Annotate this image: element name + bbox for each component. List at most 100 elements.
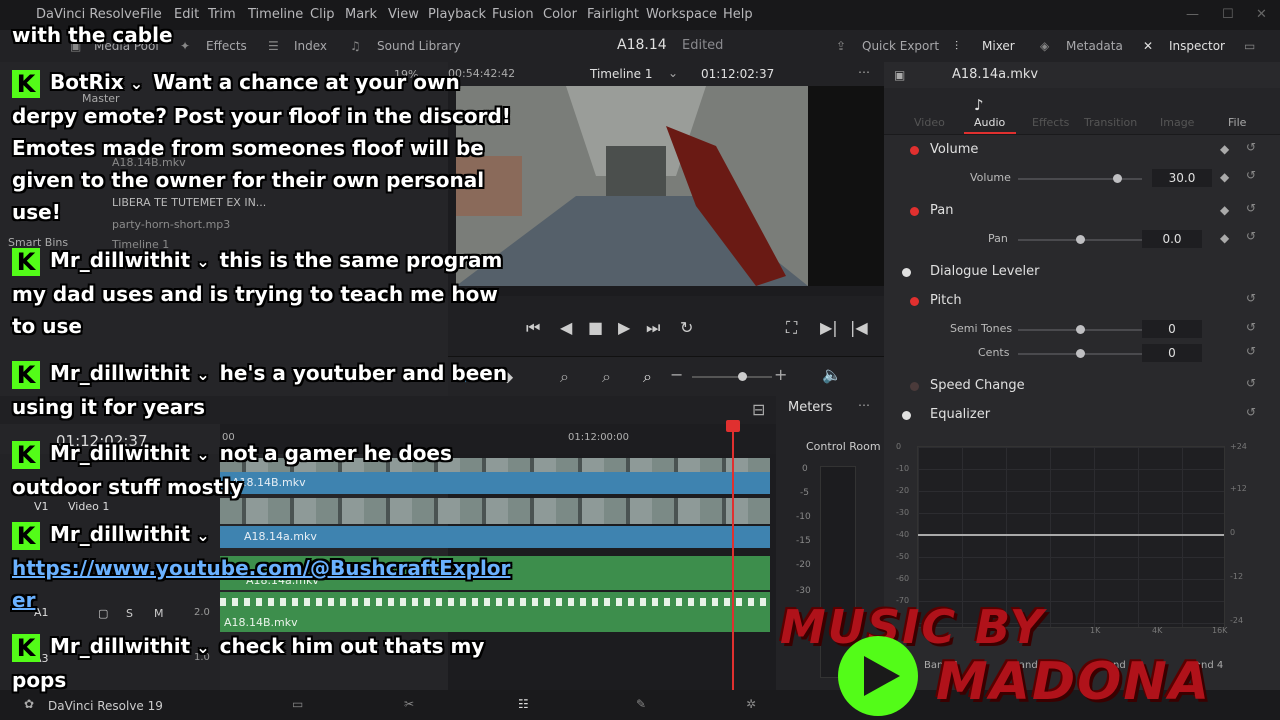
pan-toggle[interactable] bbox=[910, 207, 919, 216]
volume-value[interactable]: 30.0 bbox=[1152, 169, 1212, 187]
chat-username[interactable]: Mr_dillwithit bbox=[50, 522, 190, 546]
stop-icon[interactable]: ■ bbox=[588, 318, 603, 337]
fusion-page-icon[interactable]: ✎ bbox=[636, 697, 646, 711]
tab-image[interactable]: Image bbox=[1160, 116, 1194, 129]
tab-file[interactable]: File bbox=[1228, 116, 1246, 129]
playhead[interactable] bbox=[732, 424, 734, 690]
chat-username[interactable]: Mr_dillwithit bbox=[50, 248, 190, 272]
dialogue-leveler-toggle[interactable] bbox=[902, 268, 911, 277]
zoom-slider-knob[interactable] bbox=[738, 372, 747, 381]
timeline-name[interactable]: Timeline 1 bbox=[590, 67, 652, 81]
metadata-button[interactable]: Metadata bbox=[1066, 39, 1123, 53]
chevron-down-icon: ⌄ bbox=[196, 526, 210, 545]
viewer-timecode: 01:12:02:37 bbox=[701, 67, 775, 81]
color-page-icon[interactable]: ✲ bbox=[746, 697, 756, 711]
zoom-detail-icon[interactable]: ⌕ bbox=[602, 367, 611, 387]
project-status: Edited bbox=[682, 38, 724, 53]
zoom-in-icon[interactable]: + bbox=[774, 365, 787, 384]
inspector-icon: ✕ bbox=[1143, 39, 1154, 53]
pan-slider[interactable] bbox=[1018, 235, 1142, 244]
volume-toggle[interactable] bbox=[910, 146, 919, 155]
reset-icon[interactable]: ↺ bbox=[1246, 291, 1256, 305]
reset-icon[interactable]: ↺ bbox=[1246, 168, 1256, 182]
play-reverse-icon[interactable]: ◀ bbox=[560, 318, 572, 337]
chat-message: K Mr_dillwithit ⌄ check him out thats my po… bbox=[12, 630, 512, 696]
volume-slider[interactable] bbox=[1018, 174, 1142, 183]
workspace-icon[interactable]: ▭ bbox=[1244, 39, 1255, 53]
semitones-slider-knob[interactable] bbox=[1076, 325, 1085, 334]
meter-scale-label: 0 bbox=[802, 464, 808, 474]
play-icon[interactable]: ▶ bbox=[618, 318, 630, 337]
speaker-icon[interactable]: 🔈 bbox=[822, 365, 842, 384]
chat-username[interactable]: BotRix bbox=[50, 70, 124, 94]
zoom-custom-icon[interactable]: ⌕ bbox=[643, 367, 652, 387]
cents-label: Cents bbox=[978, 346, 1010, 359]
reset-icon[interactable]: ↺ bbox=[1246, 320, 1256, 334]
more-options-icon[interactable]: ⋯ bbox=[858, 398, 870, 412]
menu-fairlight[interactable]: Fairlight bbox=[587, 7, 639, 22]
chevron-down-icon: ⌄ bbox=[129, 74, 144, 93]
menu-help[interactable]: Help bbox=[723, 7, 753, 22]
cents-value[interactable]: 0 bbox=[1142, 344, 1202, 362]
volume-slider-knob[interactable] bbox=[1113, 174, 1123, 183]
equalizer-toggle[interactable] bbox=[902, 411, 911, 420]
speed-change-toggle[interactable] bbox=[910, 382, 919, 391]
mixer-button[interactable]: Mixer bbox=[982, 39, 1015, 53]
menu-color[interactable]: Color bbox=[543, 7, 577, 22]
tab-audio[interactable]: Audio bbox=[974, 116, 1005, 129]
keyframe-icon[interactable]: ◆ bbox=[1220, 203, 1229, 217]
chat-message: K BotRix ⌄ Want a chance at your own derpy … bbox=[12, 66, 512, 228]
inspector-button[interactable]: Inspector bbox=[1169, 39, 1225, 53]
chevron-down-icon[interactable]: ⌄ bbox=[668, 66, 678, 80]
maximize-icon[interactable]: ☐ bbox=[1222, 7, 1234, 22]
chat-message: K Mr_dillwithit ⌄ he's a youtuber and been … bbox=[12, 357, 512, 423]
more-options-icon[interactable]: ⋯ bbox=[858, 65, 870, 79]
tab-effects[interactable]: Effects bbox=[1032, 116, 1069, 129]
fullscreen-icon[interactable]: ⛶ bbox=[786, 318, 797, 338]
jump-start-icon[interactable]: ⏮ bbox=[526, 318, 540, 338]
pitch-section-label: Pitch bbox=[930, 293, 962, 308]
semitones-slider[interactable] bbox=[1018, 325, 1142, 334]
clip-icon: ▣ bbox=[894, 68, 906, 82]
chat-username[interactable]: Mr_dillwithit bbox=[50, 634, 190, 658]
reset-icon[interactable]: ↺ bbox=[1246, 201, 1256, 215]
reset-icon[interactable]: ↺ bbox=[1246, 229, 1256, 243]
tab-video[interactable]: Video bbox=[914, 116, 945, 129]
loop-icon[interactable]: ↻ bbox=[680, 318, 693, 337]
chat-message: K Mr_dillwithit ⌄ https://www.youtube.com/@… bbox=[12, 518, 512, 616]
timeline-view-icon[interactable]: ⊟ bbox=[752, 400, 765, 419]
chat-username[interactable]: Mr_dillwithit bbox=[50, 441, 190, 465]
prev-frame-icon[interactable]: |◀ bbox=[850, 318, 868, 337]
jump-end-icon[interactable]: ⏭ bbox=[646, 318, 660, 338]
zoom-out-icon[interactable]: − bbox=[670, 365, 683, 384]
chevron-down-icon: ⌄ bbox=[196, 638, 210, 657]
reset-icon[interactable]: ↺ bbox=[1246, 140, 1256, 154]
keyframe-icon[interactable]: ◆ bbox=[1220, 170, 1229, 184]
kick-logo-icon: K bbox=[12, 247, 40, 276]
kick-logo-icon: K bbox=[12, 440, 40, 469]
pitch-toggle[interactable] bbox=[910, 297, 919, 306]
pan-slider-knob[interactable] bbox=[1076, 235, 1085, 244]
cents-slider[interactable] bbox=[1018, 349, 1142, 358]
cents-slider-knob[interactable] bbox=[1076, 349, 1085, 358]
minimize-icon[interactable]: — bbox=[1186, 7, 1199, 22]
chat-username[interactable]: Mr_dillwithit bbox=[50, 361, 190, 385]
pan-value[interactable]: 0.0 bbox=[1142, 230, 1202, 248]
chat-message: K Mr_dillwithit ⌄ this is the same program … bbox=[12, 244, 512, 342]
next-frame-icon[interactable]: ▶| bbox=[820, 318, 838, 337]
project-title: A18.14 bbox=[617, 37, 667, 53]
keyframe-icon[interactable]: ◆ bbox=[1220, 142, 1229, 156]
close-icon[interactable]: ✕ bbox=[1256, 7, 1267, 22]
quick-export-button[interactable]: Quick Export bbox=[862, 39, 939, 53]
menu-workspace[interactable]: Workspace bbox=[646, 7, 717, 22]
reset-icon[interactable]: ↺ bbox=[1246, 376, 1256, 390]
tab-transition[interactable]: Transition bbox=[1084, 116, 1137, 129]
kick-logo-icon: K bbox=[12, 360, 40, 389]
reset-icon[interactable]: ↺ bbox=[1246, 344, 1256, 358]
reset-icon[interactable]: ↺ bbox=[1246, 405, 1256, 419]
zoom-slider[interactable] bbox=[692, 376, 772, 378]
keyframe-icon[interactable]: ◆ bbox=[1220, 231, 1229, 245]
semitones-value[interactable]: 0 bbox=[1142, 320, 1202, 338]
zoom-fit-icon[interactable]: ⌕ bbox=[560, 367, 569, 387]
chat-link[interactable]: https://www.youtube.com/@BushcraftExplor… bbox=[12, 556, 510, 612]
